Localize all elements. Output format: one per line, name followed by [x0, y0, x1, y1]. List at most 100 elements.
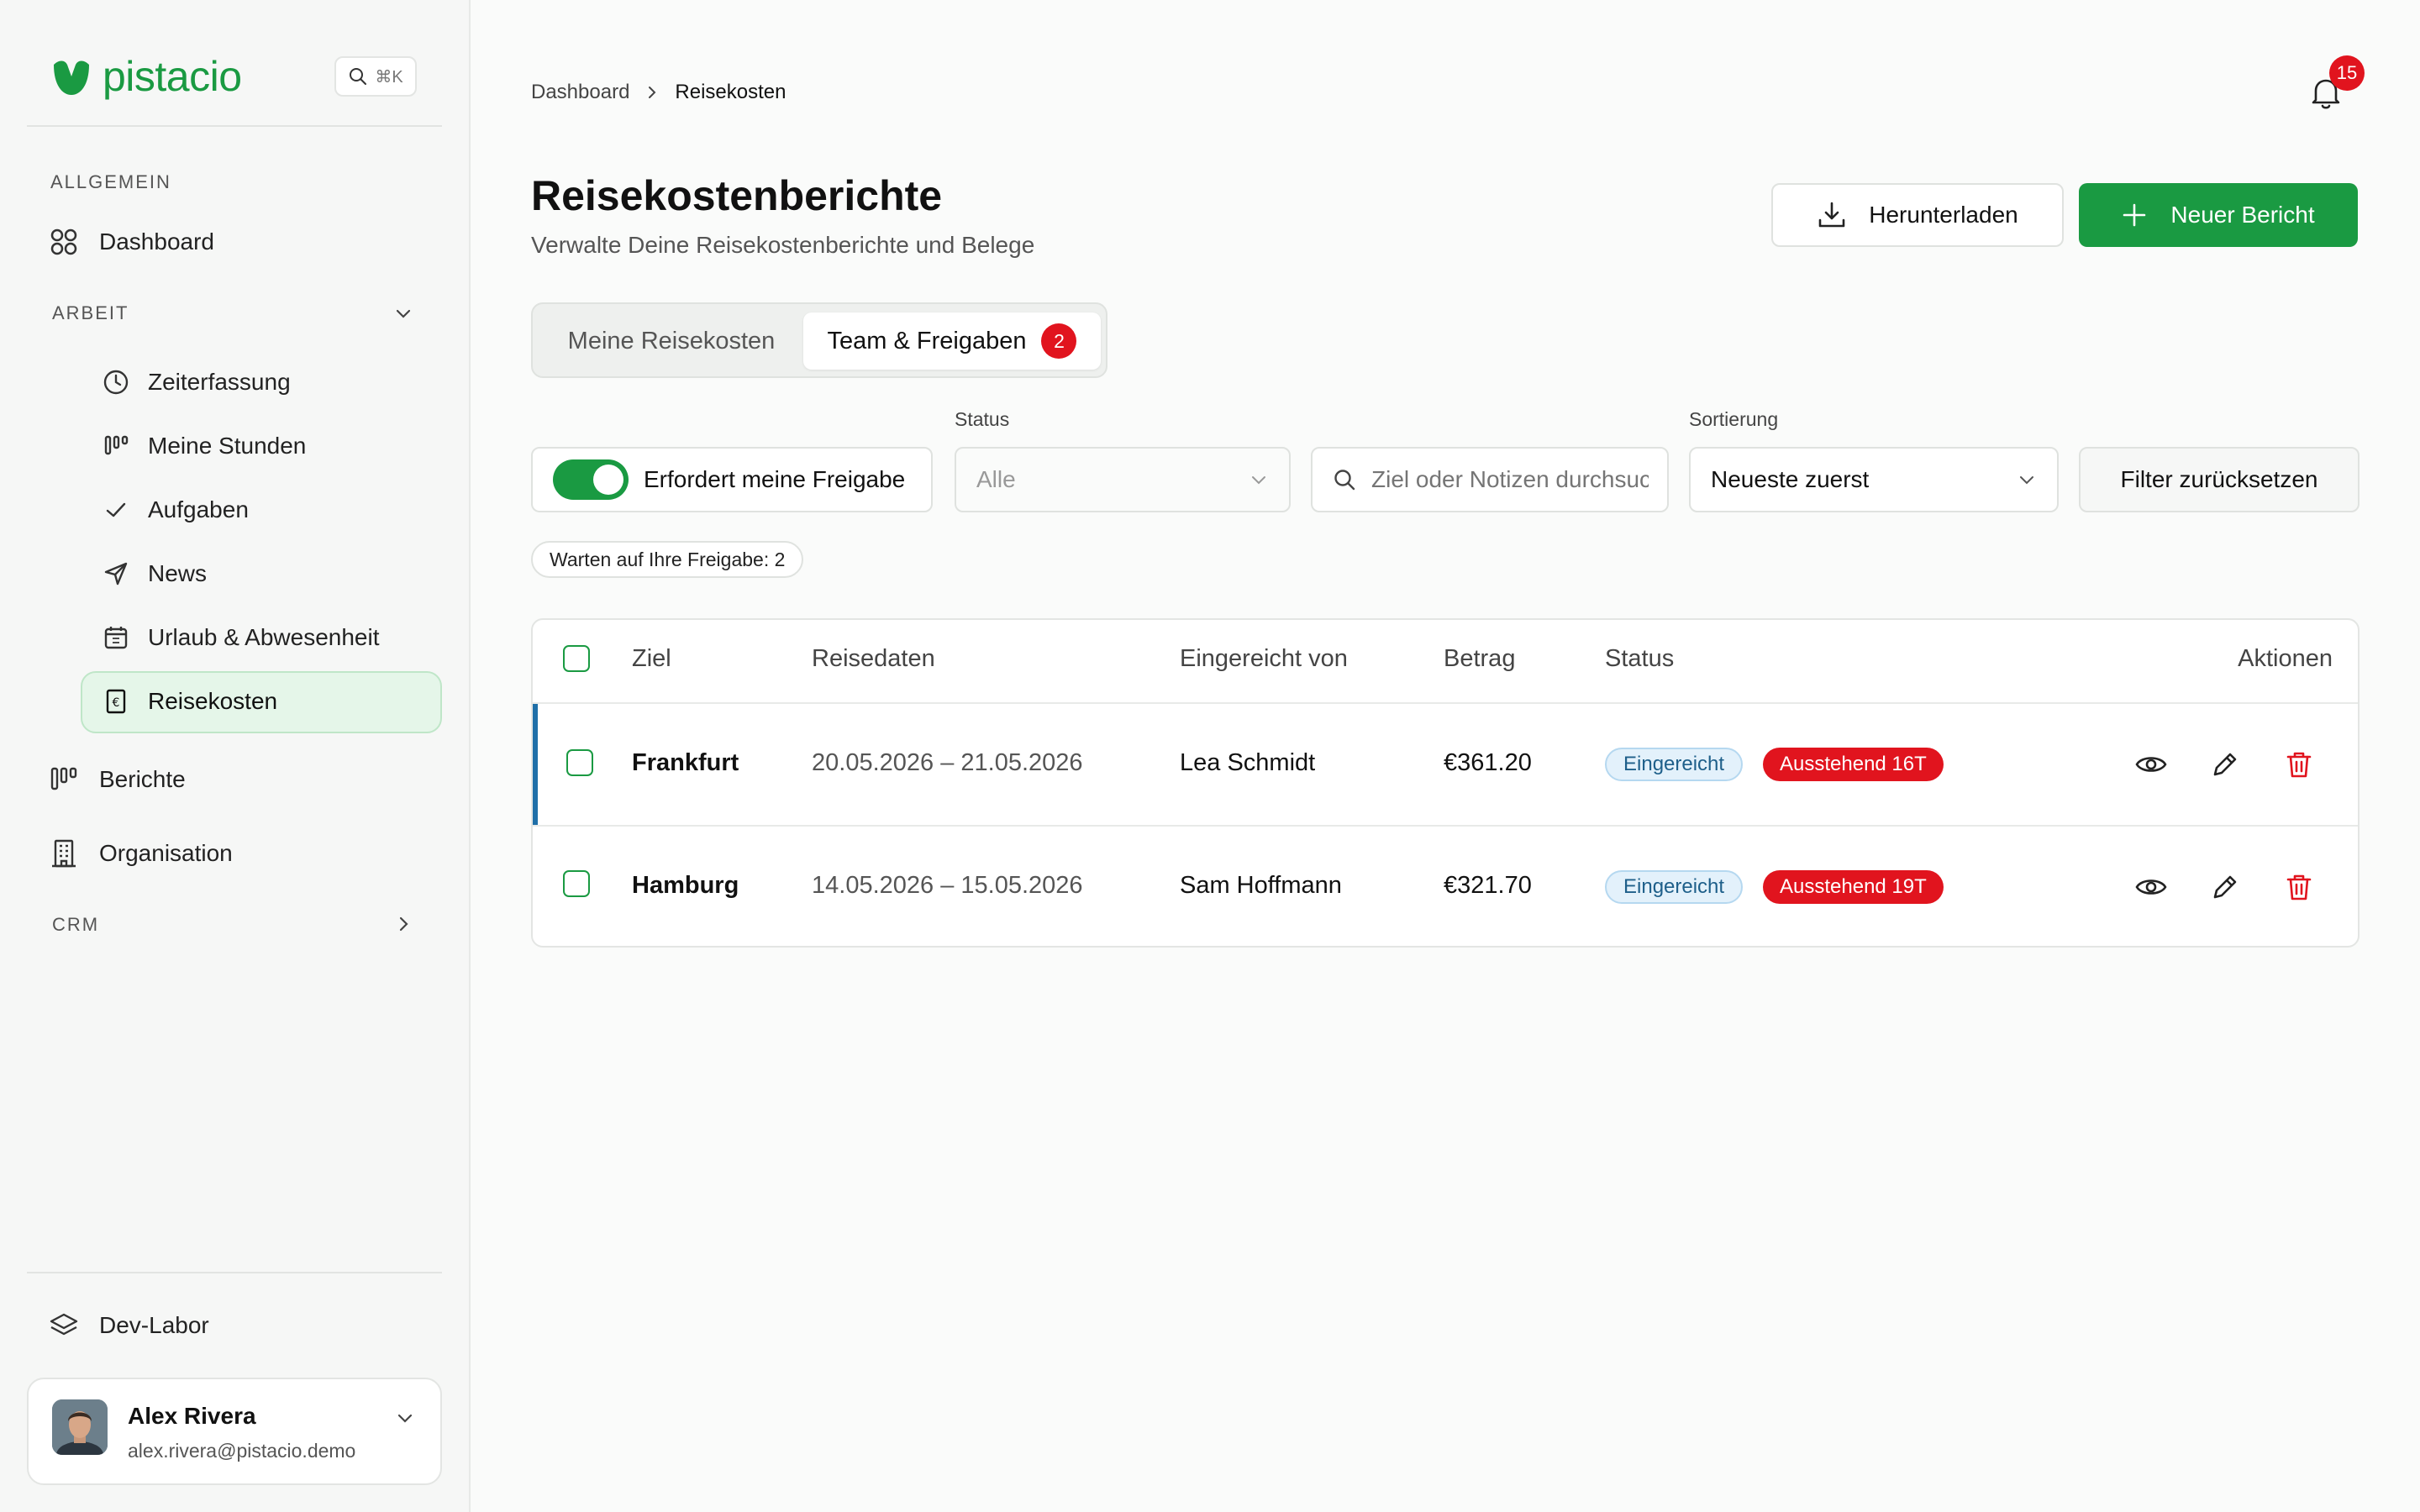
table-row[interactable]: Hamburg 14.05.2026 – 15.05.2026 Sam Hoff… — [533, 827, 2358, 946]
search-input[interactable] — [1371, 466, 1649, 493]
page-title: Reisekostenberichte — [531, 172, 943, 219]
cell-amount: €321.70 — [1444, 872, 1532, 899]
send-icon — [99, 557, 133, 591]
sidebar-item-organisation[interactable]: Organisation — [47, 837, 233, 870]
download-label: Herunterladen — [1869, 202, 2018, 228]
delete-button[interactable] — [2281, 869, 2317, 906]
column-header-reisedaten[interactable]: Reisedaten — [812, 645, 935, 673]
sidebar-divider — [27, 125, 442, 127]
toggle-switch[interactable] — [553, 459, 629, 500]
sidebar-item-urlaub[interactable]: Urlaub & Abwesenheit — [99, 621, 380, 654]
download-icon — [1818, 202, 1845, 228]
select-all-checkbox[interactable] — [563, 645, 590, 672]
sidebar: pistacio ⌘K ALLGEMEIN Dashboard ARBEIT Z… — [0, 0, 471, 1512]
cell-submitted-by: Lea Schmidt — [1180, 749, 1316, 776]
status-badge: Eingereicht — [1605, 870, 1744, 904]
pencil-icon — [2213, 753, 2237, 776]
clock-icon — [99, 365, 133, 399]
reports-table: Ziel Reisedaten Eingereicht von Betrag S… — [531, 618, 2360, 948]
cell-dates: 20.05.2026 – 21.05.2026 — [812, 749, 1083, 776]
cell-dates: 14.05.2026 – 15.05.2026 — [812, 872, 1083, 899]
download-button[interactable]: Herunterladen — [1771, 183, 2064, 247]
layers-icon — [47, 1309, 81, 1342]
chevron-down-icon[interactable] — [388, 1401, 422, 1435]
sidebar-item-aufgaben[interactable]: Aufgaben — [99, 493, 249, 527]
cell-submitted-by: Sam Hoffmann — [1180, 872, 1342, 899]
eye-icon — [2135, 757, 2167, 772]
edit-button[interactable] — [2207, 869, 2244, 906]
sidebar-item-label: News — [148, 560, 208, 586]
sidebar-item-dashboard[interactable]: Dashboard — [47, 225, 214, 259]
column-header-aktionen: Aktionen — [2238, 645, 2333, 672]
sidebar-item-zeiterfassung[interactable]: Zeiterfassung — [99, 365, 291, 399]
search-field[interactable] — [1311, 447, 1669, 512]
column-header-eingereicht-von[interactable]: Eingereicht von — [1180, 645, 1348, 673]
chevron-right-icon[interactable] — [387, 907, 420, 941]
cell-destination: Hamburg — [632, 872, 739, 899]
view-button[interactable] — [2133, 869, 2170, 906]
sidebar-item-berichte[interactable]: Berichte — [47, 763, 186, 796]
sidebar-item-dev-labor[interactable]: Dev-Labor — [47, 1309, 209, 1342]
tab-meine-reisekosten[interactable]: Meine Reisekosten — [550, 312, 793, 370]
sort-select[interactable]: Neueste zuerst — [1689, 447, 2059, 512]
section-general: ALLGEMEIN — [50, 171, 171, 192]
column-header-ziel[interactable]: Ziel — [632, 645, 671, 673]
sidebar-item-label: Reisekosten — [148, 688, 278, 714]
table-row[interactable]: Frankfurt 20.05.2026 – 21.05.2026 Lea Sc… — [533, 704, 2358, 825]
plus-icon — [2123, 203, 2146, 227]
delete-button[interactable] — [2281, 746, 2317, 783]
new-report-button[interactable]: Neuer Bericht — [2079, 183, 2358, 247]
status-select-value: Alle — [976, 466, 1016, 492]
trash-icon — [2286, 874, 2312, 900]
sidebar-item-news[interactable]: News — [99, 557, 207, 591]
logo[interactable]: pistacio — [50, 52, 242, 101]
pending-badge: Ausstehend 16T — [1763, 748, 1944, 781]
edit-button[interactable] — [2207, 746, 2244, 783]
status-select[interactable]: Alle — [955, 447, 1291, 512]
waiting-approval-chip: Warten auf Ihre Freigabe: 2 — [531, 541, 804, 578]
column-header-betrag[interactable]: Betrag — [1444, 645, 1515, 673]
breadcrumb-dashboard[interactable]: Dashboard — [531, 81, 629, 104]
search-icon — [1334, 470, 1355, 491]
pending-badge: Ausstehend 19T — [1763, 870, 1944, 904]
app: pistacio ⌘K ALLGEMEIN Dashboard ARBEIT Z… — [0, 0, 2420, 1512]
search-shortcut-button[interactable]: ⌘K — [334, 56, 417, 97]
column-header-status[interactable]: Status — [1605, 645, 1674, 673]
cell-amount: €361.20 — [1444, 749, 1532, 776]
section-crm: CRM — [52, 914, 100, 935]
sidebar-item-label: Urlaub & Abwesenheit — [148, 624, 380, 650]
chevron-down-icon[interactable] — [387, 297, 420, 330]
view-button[interactable] — [2133, 746, 2170, 783]
brand-name: pistacio — [103, 53, 242, 100]
calendar-icon — [99, 621, 133, 654]
pistacio-logo-icon — [54, 60, 89, 95]
tabs: Meine Reisekosten Team & Freigaben 2 — [531, 302, 1107, 378]
row-checkbox[interactable] — [563, 870, 590, 897]
chevron-down-icon — [2020, 476, 2033, 485]
user-menu[interactable]: Alex Rivera alex.rivera@pistacio.demo — [27, 1378, 442, 1485]
trash-icon — [2286, 752, 2312, 778]
status-badge: Eingereicht — [1605, 748, 1744, 781]
search-icon — [350, 68, 367, 85]
sidebar-divider — [27, 1272, 442, 1273]
toggle-label: Erfordert meine Freigabe — [644, 466, 906, 492]
building-icon — [47, 837, 81, 870]
avatar — [52, 1399, 108, 1455]
row-focus-indicator — [533, 704, 538, 825]
bars-icon — [99, 429, 133, 463]
shortcut-label: ⌘K — [375, 67, 403, 87]
svg-text:€: € — [113, 696, 120, 710]
user-email: alex.rivera@pistacio.demo — [128, 1440, 356, 1462]
tab-team-freigaben[interactable]: Team & Freigaben 2 — [803, 312, 1101, 370]
sidebar-item-label: Zeiterfassung — [148, 369, 291, 395]
row-checkbox[interactable] — [566, 749, 593, 776]
sidebar-item-reisekosten[interactable]: € Reisekosten — [99, 685, 277, 718]
sidebar-item-meine-stunden[interactable]: Meine Stunden — [99, 429, 306, 463]
reset-filters-button[interactable]: Filter zurücksetzen — [2079, 447, 2360, 512]
eye-icon — [2135, 879, 2167, 895]
approval-toggle[interactable]: Erfordert meine Freigabe — [531, 447, 933, 512]
cell-destination: Frankfurt — [632, 749, 739, 776]
chevron-right-icon — [649, 87, 656, 98]
check-icon — [99, 493, 133, 527]
section-work: ARBEIT — [52, 302, 129, 323]
